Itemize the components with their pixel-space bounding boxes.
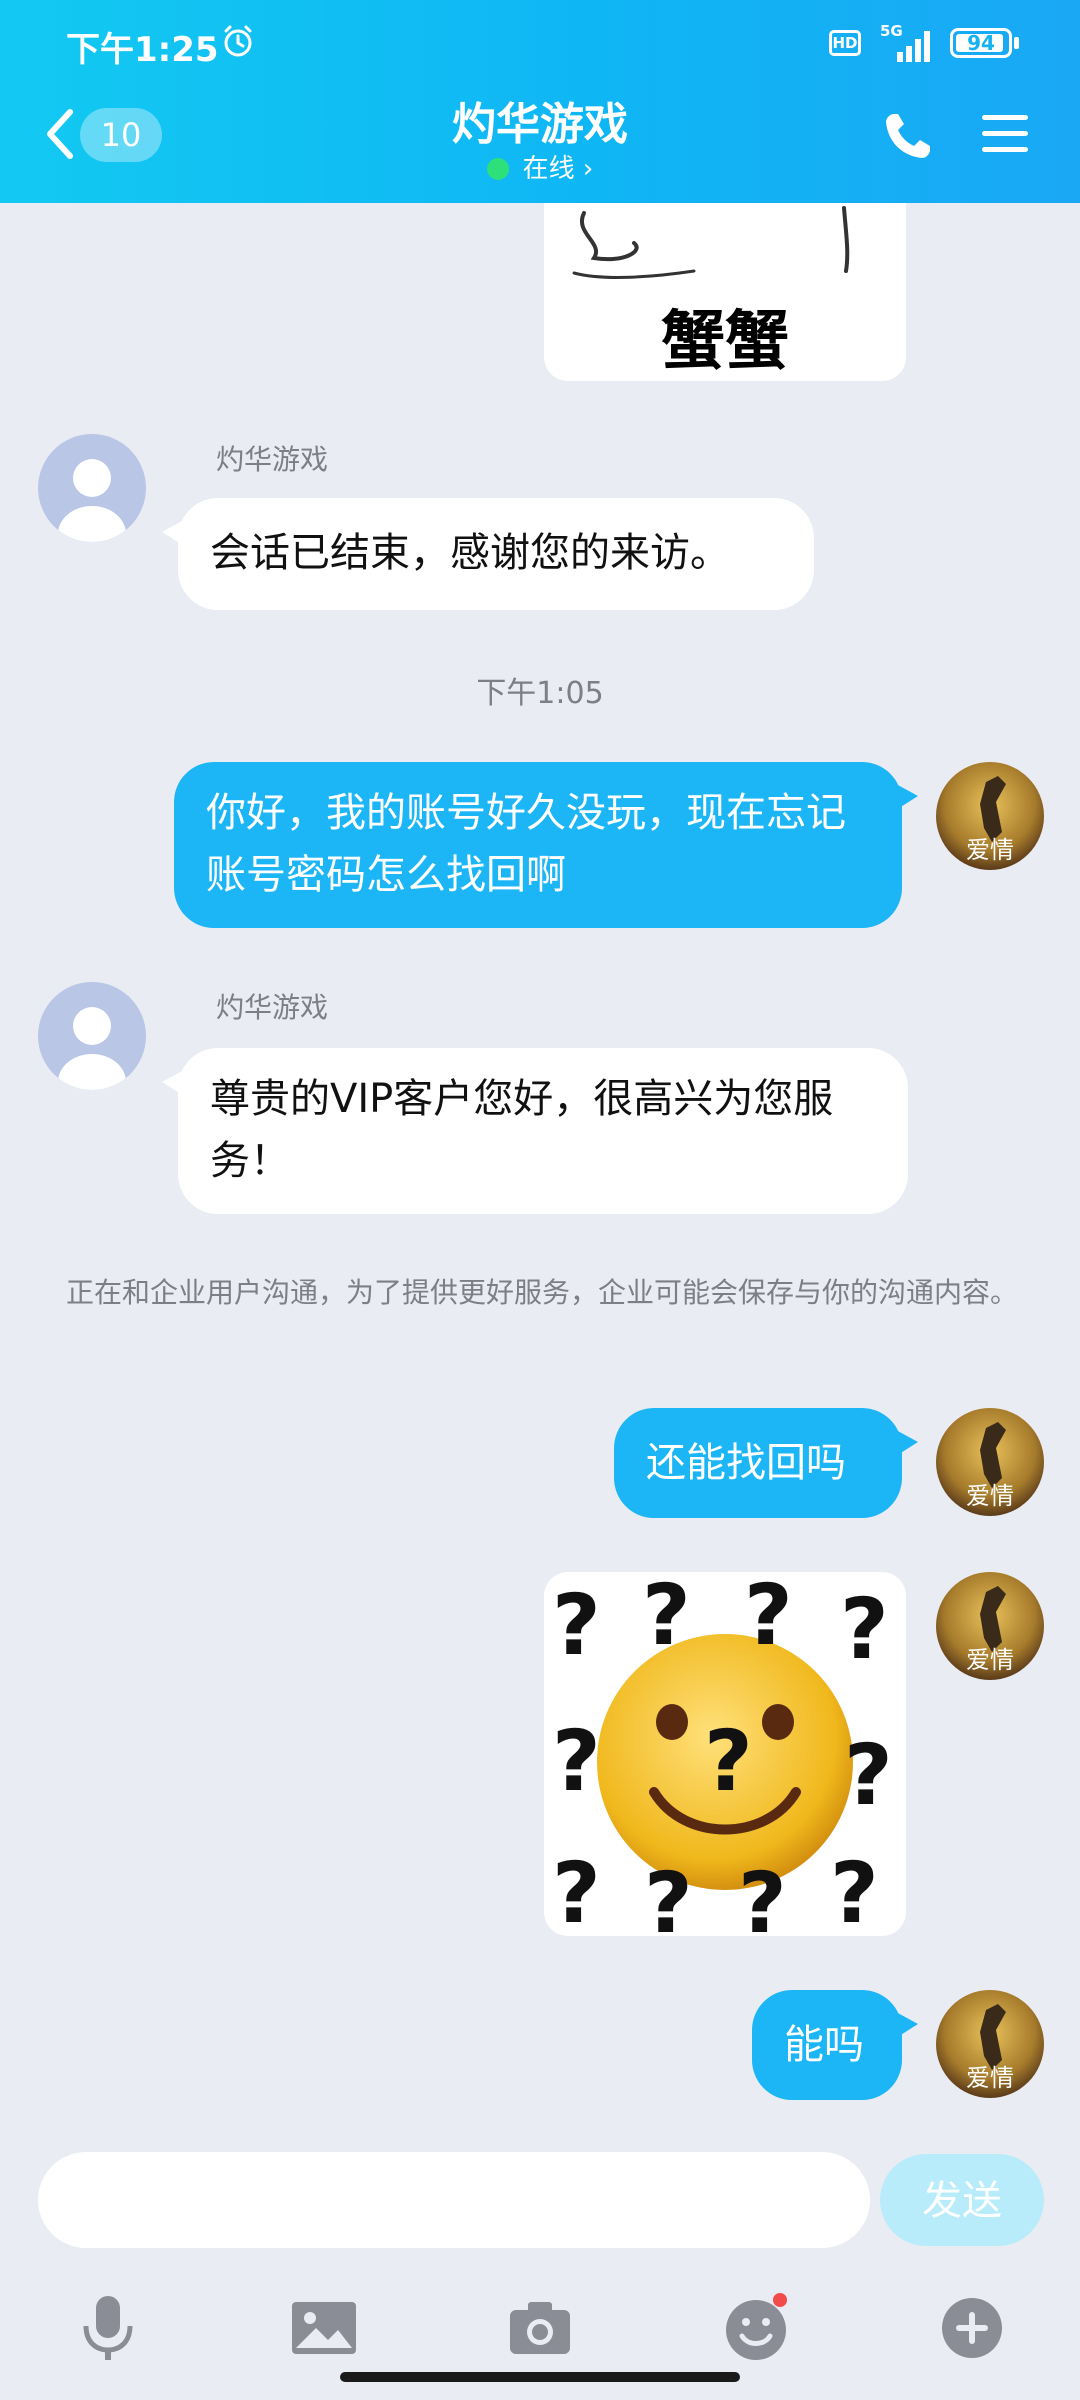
alarm-icon <box>224 25 252 57</box>
signal-icon <box>897 31 930 62</box>
question-emoji-sticker[interactable]: ???? ??? ???? <box>544 1572 906 1936</box>
chat-header: 下午1:25 HD 5G 94 10 灼华游戏 在线 › <box>0 0 1080 203</box>
camera-icon[interactable] <box>504 2292 576 2364</box>
home-indicator[interactable] <box>340 2372 740 2382</box>
user-avatar-image: 爱情 <box>936 762 1044 870</box>
incoming-message[interactable]: 尊贵的VIP客户您好，很高兴为您服务！ <box>162 1048 908 1214</box>
default-avatar-icon <box>58 459 126 542</box>
battery-level: 94 <box>967 31 995 55</box>
svg-text:?: ? <box>840 1580 889 1678</box>
user-avatar[interactable]: 爱情 <box>936 762 1044 870</box>
svg-text:?: ? <box>704 1712 753 1810</box>
outgoing-message[interactable]: 能吗 <box>752 1990 918 2100</box>
svg-text:?: ? <box>552 1576 601 1674</box>
hd-icon: HD <box>829 30 861 56</box>
svg-text:?: ? <box>744 1572 793 1664</box>
system-notice: 正在和企业用户沟通，为了提供更好服务，企业可能会保存与你的沟通内容。 <box>66 1276 1019 1309</box>
svg-text:?: ? <box>552 1712 601 1810</box>
crab-sketch-image <box>572 206 850 279</box>
sender-name: 灼华游戏 <box>216 443 329 476</box>
online-status-label: 在线 › <box>522 154 594 184</box>
time-divider: 下午1:05 <box>476 676 604 711</box>
outgoing-message[interactable]: 还能找回吗 <box>614 1408 918 1518</box>
online-dot <box>486 158 509 180</box>
phone-icon[interactable] <box>880 108 936 164</box>
svg-text:?: ? <box>644 1854 693 1936</box>
question-smiley-image: ???? ??? ???? <box>552 1572 893 1936</box>
user-avatar[interactable]: 爱情 <box>936 1572 1044 1680</box>
avatar-caption: 爱情 <box>966 1646 1014 1674</box>
sticker-message[interactable]: 蟹蟹 <box>544 203 906 381</box>
plus-icon[interactable] <box>936 2292 1008 2364</box>
svg-text:?: ? <box>830 1844 879 1936</box>
send-button[interactable]: 发送 <box>880 2154 1044 2246</box>
notification-dot <box>773 2293 787 2307</box>
incoming-message[interactable]: 会话已结束，感谢您的来访。 <box>162 498 814 610</box>
agent-avatar[interactable] <box>38 982 146 1090</box>
svg-text:?: ? <box>844 1726 893 1824</box>
avatar-caption: 爱情 <box>966 2064 1014 2092</box>
user-avatar[interactable]: 爱情 <box>936 1408 1044 1516</box>
user-avatar-image: 爱情 <box>936 1572 1044 1680</box>
default-avatar-icon <box>58 1007 126 1090</box>
emoji-icon[interactable] <box>720 2292 792 2364</box>
input-bar: 发送 <box>0 2122 1080 2400</box>
outgoing-message[interactable]: 你好，我的账号好久没玩，现在忘记账号密码怎么找回啊 <box>174 762 918 928</box>
svg-text:?: ? <box>552 1844 601 1936</box>
microphone-icon[interactable] <box>72 2292 144 2364</box>
user-avatar-image: 爱情 <box>936 1408 1044 1516</box>
svg-text:?: ? <box>642 1572 691 1664</box>
sticker-caption: 蟹蟹 <box>661 305 789 379</box>
user-avatar[interactable]: 爱情 <box>936 1990 1044 2098</box>
user-avatar-image: 爱情 <box>936 1990 1044 2098</box>
menu-icon[interactable] <box>980 112 1030 156</box>
battery-icon: 94 <box>950 28 1012 58</box>
svg-text:?: ? <box>738 1854 787 1936</box>
battery-nub <box>1014 37 1019 49</box>
sender-name: 灼华游戏 <box>216 991 329 1024</box>
agent-avatar[interactable] <box>38 434 146 542</box>
status-time: 下午1:25 <box>66 30 219 70</box>
avatar-caption: 爱情 <box>966 836 1014 864</box>
avatar-caption: 爱情 <box>966 1482 1014 1510</box>
message-input[interactable] <box>38 2152 870 2248</box>
image-icon[interactable] <box>288 2292 360 2364</box>
